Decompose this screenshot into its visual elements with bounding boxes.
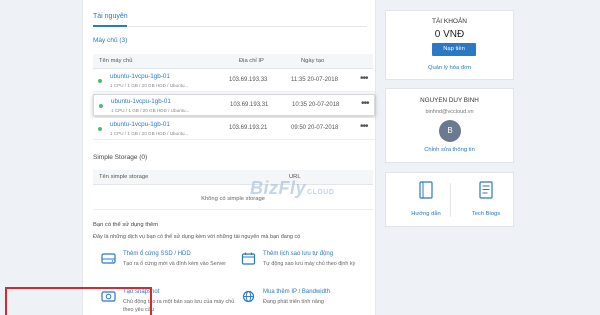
service-desc: Đang phát triển tính năng	[263, 299, 324, 305]
profile-name: NGUYEN DUY BINH	[420, 97, 479, 104]
col-storage-name: Tên simple storage	[99, 174, 149, 180]
quick-links-card: Hướng dẫn Tech Blogs	[385, 172, 514, 227]
col-created: Ngày tạo	[301, 58, 325, 64]
network-icon	[242, 290, 255, 303]
server-spec: 1 CPU / 1 GB / 20 GB HDD / Ubuntu...	[110, 83, 189, 88]
more-options-icon[interactable]: •••	[360, 121, 368, 132]
status-running-icon	[99, 104, 103, 108]
guide-icon	[419, 181, 433, 199]
col-ip: Địa chỉ IP	[239, 58, 264, 64]
service-title[interactable]: Thêm ổ cứng SSD / HDD	[123, 251, 191, 257]
storage-title: Simple Storage (0)	[93, 154, 148, 161]
account-balance: 0 VNĐ	[434, 29, 465, 40]
blog-icon	[479, 181, 493, 199]
server-date: 11:35 20-07-2018	[291, 77, 338, 83]
status-running-icon	[98, 127, 102, 131]
servers-title: Máy chủ (3)	[93, 37, 128, 44]
service-title[interactable]: Thêm lịch sao lưu tự động	[263, 251, 333, 257]
server-spec: 1 CPU / 1 GB / 20 GB HDD / Ubuntu...	[111, 108, 190, 113]
account-card: TÀI KHOẢN 0 VNĐ Nạp tiền Quản lý hóa đơn	[385, 10, 514, 80]
bizfly-watermark-logo: BizFlyCLOUD	[250, 178, 334, 199]
topup-button[interactable]: Nạp tiền	[432, 43, 476, 56]
server-name[interactable]: ubuntu-1vcpu-1gb-01	[110, 121, 170, 128]
quick-link-label: Hướng dẫn	[411, 211, 441, 217]
quick-links-divider	[450, 183, 451, 217]
table-row[interactable]: ubuntu-1vcpu-1gb-01 1 CPU / 1 GB / 20 GB…	[93, 118, 375, 140]
server-spec: 1 CPU / 1 GB / 20 GB HDD / Ubuntu...	[110, 131, 189, 136]
services-description: Đây là những dịch vụ bạn có thể sử dụng …	[93, 234, 301, 240]
hard-drive-icon	[101, 253, 116, 264]
server-ip: 103.69.193.33	[229, 77, 268, 83]
edit-profile-link[interactable]: Chỉnh sửa thông tin	[386, 147, 513, 153]
profile-email: binhnd@vccloud.vn	[425, 109, 474, 115]
server-ip: 103.69.193.31	[230, 102, 269, 108]
table-row[interactable]: ubuntu-1vcpu-1gb-01 1 CPU / 1 GB / 20 GB…	[93, 94, 375, 116]
main-panel: Tài nguyên Máy chủ (3) Tên máy chủ Địa c…	[82, 0, 376, 315]
profile-card: NGUYEN DUY BINH binhnd@vccloud.vn B Chỉn…	[385, 88, 514, 163]
quick-link-label: Tech Blogs	[471, 211, 501, 217]
server-date: 10:35 20-07-2018	[292, 102, 340, 108]
server-name[interactable]: ubuntu-1vcpu-1gb-01	[110, 73, 170, 80]
watermark-text: BizFly	[250, 178, 307, 198]
calendar-icon	[241, 252, 256, 265]
avatar[interactable]: B	[439, 120, 461, 142]
invoice-link[interactable]: Quản lý hóa đơn	[386, 65, 513, 71]
service-desc: Tạo ra ổ cứng mới và đính kèm vào Server	[123, 261, 227, 267]
server-ip: 103.69.193.21	[229, 125, 268, 131]
watermark-sub: CLOUD	[307, 189, 335, 196]
tab-active-indicator	[93, 25, 127, 27]
more-options-icon[interactable]: •••	[361, 98, 369, 109]
servers-table-header: Tên máy chủ Địa chỉ IP Ngày tạo	[93, 54, 373, 69]
services-title: Bạn có thể sử dụng thêm	[93, 222, 159, 228]
more-options-icon[interactable]: •••	[360, 73, 368, 84]
server-date: 09:50 20-07-2018	[291, 125, 339, 131]
service-title[interactable]: Mua thêm IP / Bandwidth	[263, 289, 330, 295]
service-desc: Tự động sao lưu máy chủ theo định kỳ	[263, 261, 356, 267]
tab-resources[interactable]: Tài nguyên	[93, 13, 128, 20]
snapshot-highlight-box	[5, 287, 152, 315]
status-running-icon	[98, 79, 102, 83]
account-title: TÀI KHOẢN	[431, 18, 468, 25]
table-row[interactable]: ubuntu-1vcpu-1gb-01 1 CPU / 1 GB / 20 GB…	[93, 70, 375, 92]
server-name[interactable]: ubuntu-1vcpu-1gb-01	[111, 98, 171, 105]
tab-bar-divider	[93, 26, 367, 27]
col-server-name: Tên máy chủ	[99, 58, 133, 64]
